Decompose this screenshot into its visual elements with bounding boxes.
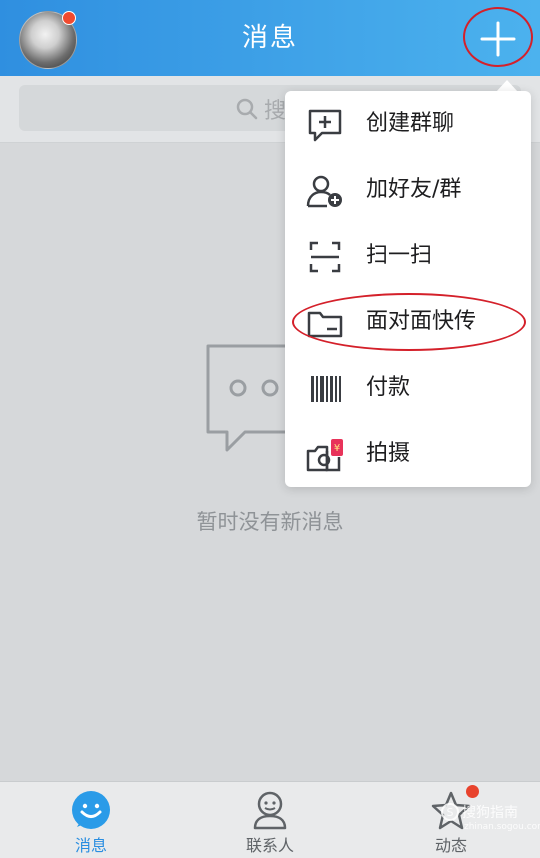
popup-menu: 创建群聊 加好友/群 扫一扫 面对面快传 付款 ¥ 拍摄: [285, 91, 531, 487]
chat-smile-icon: [72, 791, 110, 829]
moments-badge-dot: [466, 785, 479, 798]
face-transfer-annotation-ring: [292, 293, 526, 351]
add-friend-icon: [306, 175, 342, 208]
menu-item-payment[interactable]: 付款: [285, 355, 531, 421]
tab-contacts[interactable]: 联系人: [210, 782, 330, 857]
contact-person-icon: [253, 791, 287, 830]
search-placeholder: 搜: [264, 99, 287, 124]
plus-annotation-ring: [463, 7, 533, 67]
sogou-logo-icon: S: [441, 803, 459, 821]
watermark-text: 搜狗指南: [462, 805, 518, 821]
menu-label: 付款: [366, 375, 411, 400]
menu-item-add-friend[interactable]: 加好友/群: [285, 157, 531, 223]
svg-text:S: S: [447, 806, 454, 819]
tab-label: 消息: [74, 836, 107, 855]
empty-state-text: 暂时没有新消息: [196, 510, 344, 534]
barcode-pay-icon: [311, 376, 341, 402]
menu-label: 拍摄: [366, 441, 411, 466]
camera-icon: ¥: [306, 439, 343, 472]
group-chat-add-icon: [308, 109, 342, 142]
menu-item-create-group[interactable]: 创建群聊: [285, 91, 531, 157]
search-icon: [236, 98, 258, 120]
menu-label: 加好友/群: [366, 177, 462, 202]
tab-messages[interactable]: 消息: [31, 782, 151, 857]
menu-item-scan[interactable]: 扫一扫: [285, 223, 531, 289]
watermark-sub: zhinan.sogou.com: [464, 822, 540, 832]
watermark: S 搜狗指南 zhinan.sogou.com: [436, 800, 540, 840]
svg-text:¥: ¥: [334, 443, 340, 454]
menu-label: 创建群聊: [366, 111, 455, 136]
tab-label: 联系人: [245, 836, 294, 855]
menu-label: 扫一扫: [366, 243, 433, 268]
menu-item-camera[interactable]: ¥ 拍摄: [285, 421, 531, 487]
page-title: 消息: [241, 23, 298, 53]
scan-icon: [309, 241, 341, 273]
